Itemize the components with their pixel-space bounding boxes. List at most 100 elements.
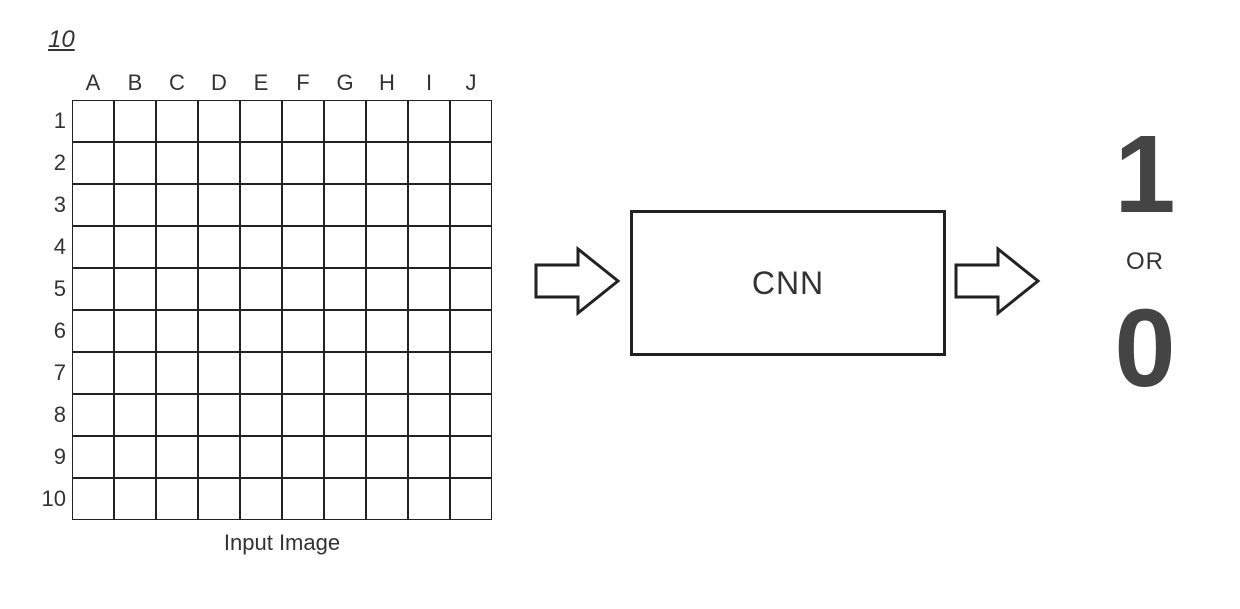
row-label: 4 [28, 226, 72, 268]
figure-number: 10 [48, 26, 75, 54]
output-block: 1 OR 0 [1075, 120, 1215, 404]
grid-cell [72, 436, 114, 478]
grid-cell [366, 394, 408, 436]
grid-cell [324, 394, 366, 436]
grid-cell [240, 394, 282, 436]
col-label: D [198, 70, 240, 100]
grid-cell [156, 268, 198, 310]
grid-cell [450, 478, 492, 520]
grid-cell [72, 310, 114, 352]
grid-cell [240, 100, 282, 142]
row-label: 9 [28, 436, 72, 478]
grid-cell [450, 310, 492, 352]
grid-cell [324, 226, 366, 268]
grid-cell [156, 142, 198, 184]
row-label: 5 [28, 268, 72, 310]
grid-cell [450, 268, 492, 310]
grid-cell [114, 436, 156, 478]
grid-cell [156, 184, 198, 226]
grid-cell [240, 478, 282, 520]
grid-cell [408, 436, 450, 478]
grid-cell [324, 184, 366, 226]
grid-caption: Input Image [72, 520, 492, 556]
grid-cell [408, 394, 450, 436]
grid-cell [366, 184, 408, 226]
col-label: I [408, 70, 450, 100]
grid-cell [282, 268, 324, 310]
grid-cell [408, 226, 450, 268]
col-label: H [366, 70, 408, 100]
row-label: 10 [28, 478, 72, 520]
grid-cell [114, 100, 156, 142]
row-label: 7 [28, 352, 72, 394]
output-or: OR [1075, 248, 1215, 276]
grid-cell [156, 226, 198, 268]
grid-cell [198, 226, 240, 268]
grid-cell [282, 436, 324, 478]
grid-cell [114, 394, 156, 436]
grid-cell [72, 478, 114, 520]
cnn-box: CNN [630, 210, 946, 356]
col-label: F [282, 70, 324, 100]
row-label: 6 [28, 310, 72, 352]
grid-cell [324, 268, 366, 310]
arrow-right-icon [952, 245, 1042, 317]
grid-cell [408, 184, 450, 226]
grid-cell [156, 436, 198, 478]
grid-cell [282, 310, 324, 352]
grid-cell [156, 100, 198, 142]
grid-cell [156, 310, 198, 352]
grid-cell [408, 310, 450, 352]
col-label: G [324, 70, 366, 100]
output-one: 1 [1075, 120, 1215, 230]
arrow-right-icon [532, 245, 622, 317]
col-label: A [72, 70, 114, 100]
grid-cell [114, 352, 156, 394]
grid-cell [324, 436, 366, 478]
grid-cell [114, 142, 156, 184]
row-label: 3 [28, 184, 72, 226]
grid-cell [72, 352, 114, 394]
grid-cell [366, 310, 408, 352]
grid-cell [408, 478, 450, 520]
grid-cell [240, 352, 282, 394]
grid-cell [156, 352, 198, 394]
grid-cell [450, 352, 492, 394]
grid-cell [282, 394, 324, 436]
grid-cell [72, 226, 114, 268]
grid-cell [366, 268, 408, 310]
grid-cell [450, 394, 492, 436]
grid-cell [114, 310, 156, 352]
grid-cell [366, 352, 408, 394]
grid-cell [282, 142, 324, 184]
grid-cell [240, 226, 282, 268]
grid-cell [282, 184, 324, 226]
cnn-label: CNN [752, 265, 824, 302]
grid-cell [198, 310, 240, 352]
grid-cell [198, 436, 240, 478]
grid-cell [72, 142, 114, 184]
grid-cell [450, 184, 492, 226]
grid-cell [366, 226, 408, 268]
grid-cell [450, 436, 492, 478]
grid-cell [408, 268, 450, 310]
column-labels-row: A B C D E F G H I J [72, 70, 508, 100]
grid-cell [240, 142, 282, 184]
grid-cell [408, 142, 450, 184]
grid-cell [450, 100, 492, 142]
grid-cell [450, 226, 492, 268]
grid-cell [282, 226, 324, 268]
grid-cell [72, 394, 114, 436]
pixel-grid [72, 100, 492, 520]
grid-cell [240, 310, 282, 352]
grid-cell [156, 394, 198, 436]
row-label: 2 [28, 142, 72, 184]
grid-cell [114, 268, 156, 310]
grid-cell [198, 394, 240, 436]
grid-cell [72, 100, 114, 142]
grid-cell [198, 268, 240, 310]
grid-cell [240, 436, 282, 478]
grid-cell [198, 478, 240, 520]
grid-cell [324, 352, 366, 394]
row-labels-col: 1 2 3 4 5 6 7 8 9 10 [28, 100, 72, 520]
